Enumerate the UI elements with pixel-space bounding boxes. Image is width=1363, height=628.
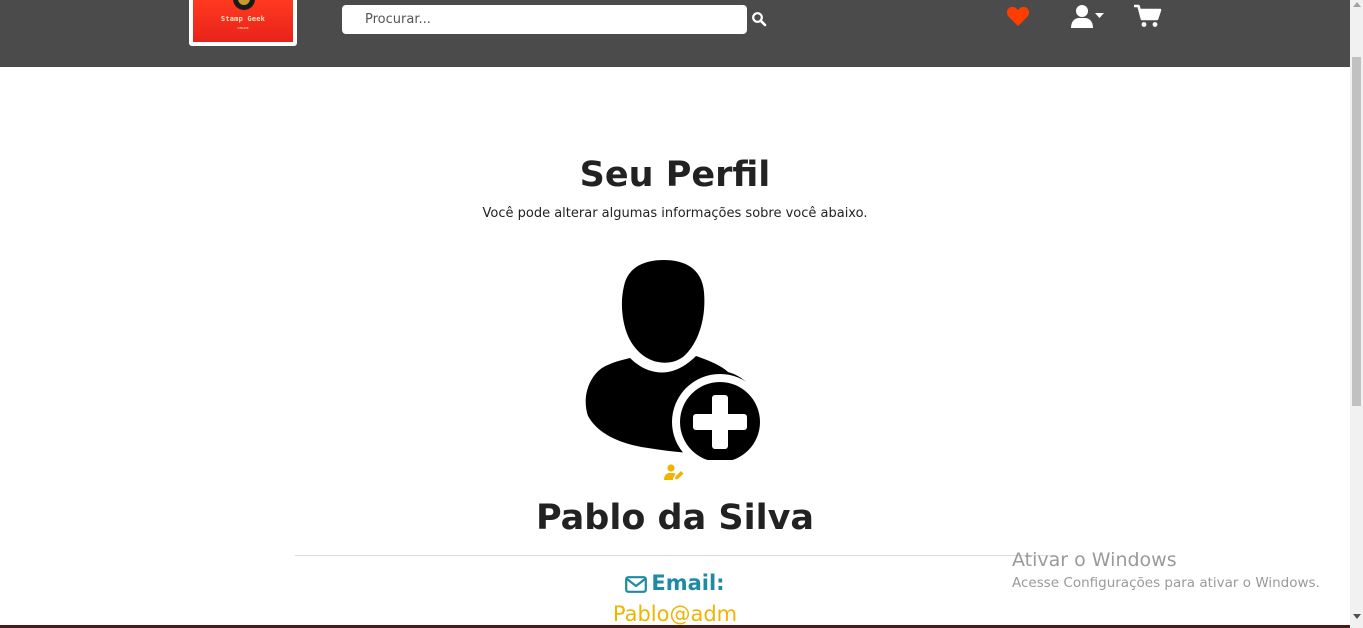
heart-icon[interactable] bbox=[1006, 5, 1030, 27]
email-label-text: Email: bbox=[651, 571, 725, 595]
logo-text: Stamp Geek bbox=[220, 15, 266, 23]
windows-activation-title: Ativar o Windows bbox=[1012, 549, 1177, 571]
windows-activation-subtitle: Acesse Configurações para ativar o Windo… bbox=[1012, 575, 1320, 591]
page: Stamp Geek ONLINE Seu Perfil Você pode a… bbox=[0, 0, 1363, 628]
search-box bbox=[342, 5, 747, 34]
scrollbar[interactable] bbox=[1350, 0, 1363, 628]
email-value: Pablo@adm bbox=[612, 602, 738, 626]
search-input[interactable] bbox=[342, 5, 747, 34]
page-subtitle: Você pode alterar algumas informações so… bbox=[482, 206, 868, 221]
logo-subtext: ONLINE bbox=[237, 26, 249, 30]
logo[interactable]: Stamp Geek ONLINE bbox=[189, 0, 297, 46]
scroll-up-arrow[interactable] bbox=[1353, 2, 1361, 7]
logo-emblem bbox=[233, 0, 255, 10]
scroll-thumb[interactable] bbox=[1352, 57, 1361, 406]
cart-icon[interactable] bbox=[1134, 4, 1162, 28]
envelope-icon bbox=[625, 576, 648, 593]
page-title: Seu Perfil bbox=[579, 155, 771, 195]
user-edit-icon[interactable] bbox=[664, 464, 684, 480]
divider bbox=[295, 555, 1055, 556]
top-navbar: Stamp Geek ONLINE bbox=[0, 0, 1350, 67]
search-icon[interactable] bbox=[751, 11, 767, 27]
profile-name: Pablo da Silva bbox=[535, 498, 815, 538]
user-dropdown-icon[interactable] bbox=[1071, 4, 1105, 28]
add-user-icon[interactable] bbox=[584, 258, 766, 460]
scroll-down-arrow[interactable] bbox=[1353, 614, 1361, 619]
logo-image: Stamp Geek ONLINE bbox=[193, 0, 293, 42]
